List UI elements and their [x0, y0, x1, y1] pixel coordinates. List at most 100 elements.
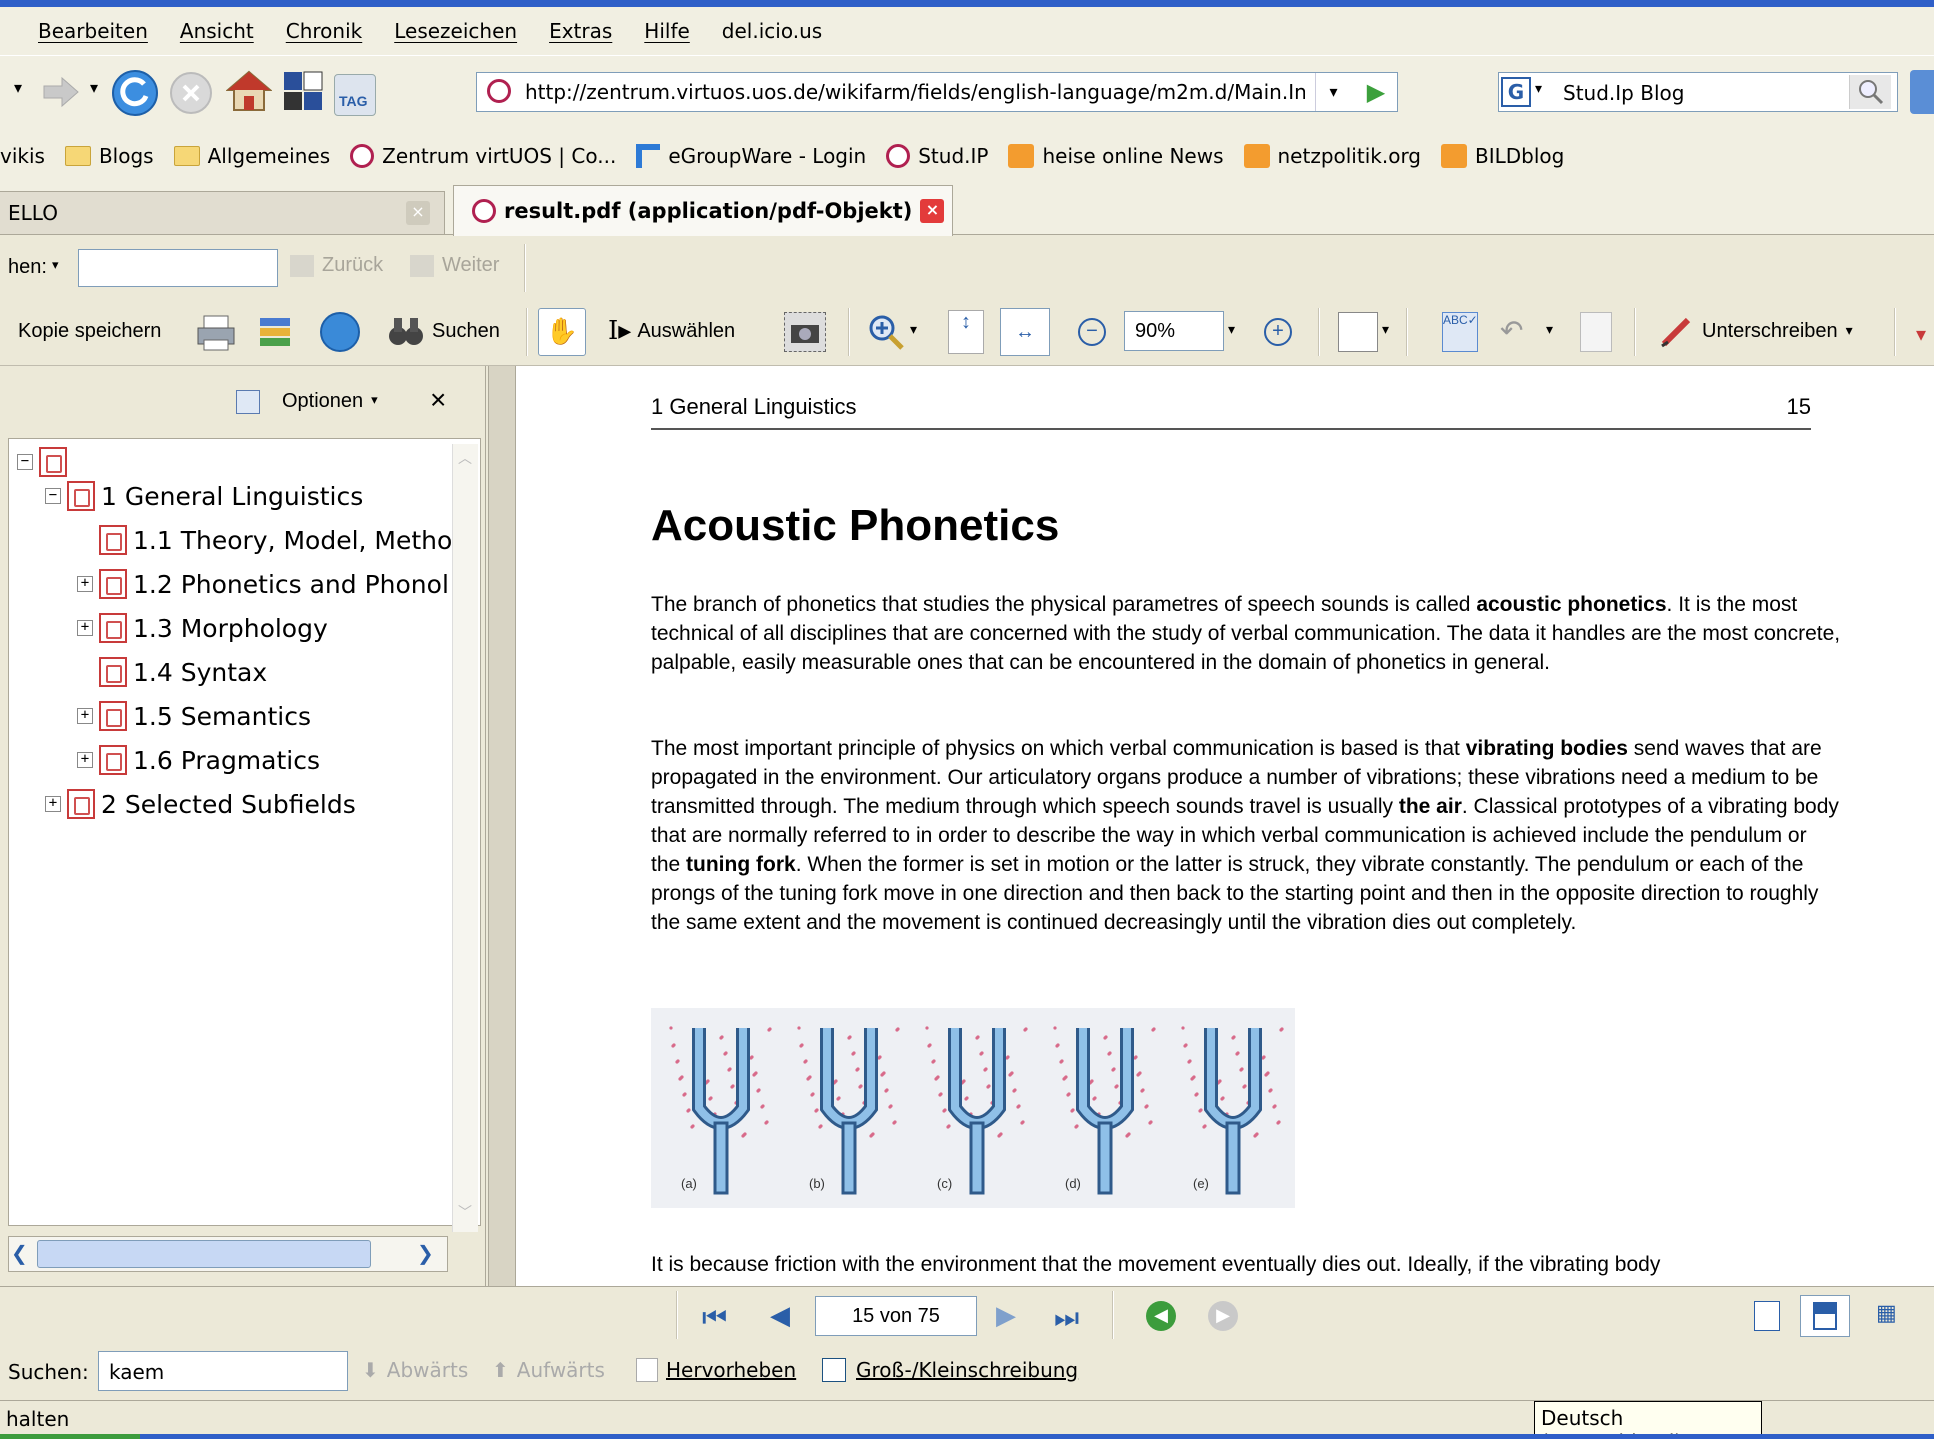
hand-tool-icon[interactable]: ✋ [538, 308, 586, 356]
scroll-left-icon[interactable]: ❮ [11, 1241, 28, 1265]
zoom-out-icon[interactable]: − [1078, 318, 1106, 346]
tree-item[interactable]: +1.6 Pragmatics [77, 745, 320, 775]
url-dropdown-icon[interactable]: ▾ [1315, 73, 1351, 111]
panel-splitter[interactable] [488, 366, 516, 1286]
tag-button[interactable]: TAG [334, 74, 376, 116]
scroll-down-icon[interactable]: ﹀ [455, 1202, 475, 1222]
tree-horizontal-scrollbar[interactable]: ❮ ❯ [8, 1236, 448, 1272]
tree-item[interactable]: +1.2 Phonetics and Phonol [77, 569, 449, 599]
zoom-in-icon[interactable]: + [1264, 318, 1292, 346]
forward-button[interactable] [40, 74, 80, 110]
tree-root[interactable]: − [17, 447, 67, 477]
scroll-right-icon[interactable]: ❯ [417, 1241, 434, 1265]
spellcheck-icon[interactable]: ABC✓ [1442, 312, 1478, 352]
previous-page-icon[interactable]: ◀ [770, 1301, 790, 1331]
facing-pages-icon[interactable]: ▦ [1876, 1301, 1906, 1331]
ie-tab-icon[interactable] [1910, 70, 1934, 114]
tree-vertical-scrollbar[interactable]: ︿ ﹀ [452, 444, 478, 1232]
bookmark-egroupware[interactable]: eGroupWare - Login [636, 144, 866, 168]
expand-icon[interactable]: + [45, 796, 61, 812]
home-icon[interactable] [225, 68, 273, 114]
tree-item[interactable]: 1.1 Theory, Model, Metho [77, 525, 452, 555]
menu-delicious[interactable]: del.icio.us [722, 19, 822, 43]
expand-icon[interactable]: + [77, 576, 93, 592]
highlight-button[interactable]: Hervorheben [636, 1358, 796, 1382]
bookmark-vikis[interactable]: vikis [0, 144, 45, 168]
last-page-icon[interactable]: ⏭ [1054, 1301, 1079, 1335]
bookmark-bildblog[interactable]: BILDblog [1441, 144, 1564, 168]
find-input[interactable]: kaem [98, 1351, 348, 1391]
single-page-icon[interactable] [1754, 1301, 1780, 1331]
tab-inactive[interactable]: ELLO × [0, 191, 445, 235]
fit-width-icon[interactable]: ↔ [1000, 308, 1050, 356]
go-back-view-icon[interactable]: ◀ [1146, 1301, 1176, 1331]
menu-history[interactable]: Chronik [286, 19, 362, 43]
organizer-icon[interactable] [256, 314, 296, 352]
tab-close-icon[interactable]: × [406, 201, 430, 225]
copy-icon[interactable] [1580, 312, 1612, 352]
continuous-page-icon[interactable] [1800, 1295, 1850, 1337]
bookmark-blogs[interactable]: Blogs [64, 144, 154, 168]
sign-button[interactable]: Unterschreiben ▾ [1660, 314, 1853, 348]
collapse-icon[interactable]: − [17, 454, 33, 470]
url-bar[interactable]: http://zentrum.virtuos.uos.de/wikifarm/f… [476, 72, 1398, 112]
scroll-thumb[interactable] [37, 1240, 371, 1268]
tab-active[interactable]: result.pdf (application/pdf-Objekt) × [453, 185, 953, 236]
bookmark-zentrum-virtuos[interactable]: Zentrum virtUOS | Co... [350, 144, 616, 168]
zoom-tool-icon[interactable] [866, 312, 906, 352]
snapshot-camera-icon[interactable] [784, 312, 826, 352]
tab-close-icon[interactable]: × [920, 199, 945, 223]
reload-icon[interactable] [112, 70, 158, 116]
search-engine-dropdown-icon[interactable]: ▾ [1535, 81, 1542, 97]
search-bar[interactable]: G ▾ Stud.Ip Blog [1498, 72, 1898, 112]
collapse-icon[interactable]: − [45, 488, 61, 504]
first-page-icon[interactable]: ⏮ [702, 1301, 727, 1335]
zoom-input[interactable]: 90% [1124, 311, 1224, 351]
search-input[interactable]: Stud.Ip Blog [1563, 81, 1684, 105]
tree-item[interactable]: − 1 General Linguistics [45, 481, 363, 511]
pdf-find-back-button[interactable]: Zurück [290, 254, 383, 277]
go-arrow-icon[interactable]: ▶ [1357, 73, 1395, 111]
menu-extras[interactable]: Extras [549, 19, 612, 43]
expand-icon[interactable]: + [77, 708, 93, 724]
search-button[interactable]: Suchen [388, 314, 500, 348]
menu-edit[interactable]: Bearbeiten [38, 19, 148, 43]
bookmark-studip[interactable]: Stud.IP [886, 144, 988, 168]
scroll-up-icon[interactable]: ︿ [455, 448, 475, 468]
rotate-dropdown-icon[interactable]: ▾ [1382, 322, 1389, 338]
menu-help[interactable]: Hilfe [644, 19, 690, 43]
select-tool-button[interactable]: I▸ Auswählen [608, 316, 735, 346]
undo-icon[interactable]: ↶ [1500, 314, 1540, 350]
tree-item[interactable]: +2 Selected Subfields [45, 789, 356, 819]
tree-item[interactable]: 1.4 Syntax [77, 657, 267, 687]
undo-dropdown-icon[interactable]: ▾ [1546, 322, 1553, 338]
tree-item[interactable]: +1.5 Semantics [77, 701, 311, 731]
more-icon[interactable]: ▾ [1916, 322, 1934, 346]
windows-icon[interactable] [282, 70, 324, 112]
next-page-icon[interactable]: ▶ [996, 1301, 1016, 1331]
zoom-dropdown-icon[interactable]: ▾ [1228, 322, 1235, 338]
expand-icon[interactable]: + [77, 752, 93, 768]
google-icon[interactable]: G [1501, 77, 1531, 107]
expand-icon[interactable]: + [77, 620, 93, 636]
panel-close-icon[interactable]: × [430, 384, 446, 416]
find-next-button[interactable]: ⬇ Abwärts [362, 1358, 468, 1382]
save-copy-button[interactable]: Kopie speichern [18, 320, 161, 343]
bookmark-allgemeines[interactable]: Allgemeines [173, 144, 330, 168]
pdf-document-view[interactable]: 1 General Linguistics 15 Acoustic Phonet… [516, 366, 1934, 1286]
menu-bookmarks[interactable]: Lesezeichen [394, 19, 517, 43]
bookmark-heise[interactable]: heise online News [1008, 144, 1224, 168]
search-magnifier-icon[interactable] [1849, 75, 1891, 109]
match-case-checkbox[interactable]: Groß-/Kleinschreibung [822, 1358, 1078, 1382]
zoom-tool-dropdown-icon[interactable]: ▾ [910, 322, 917, 338]
checkbox-icon[interactable] [822, 1358, 846, 1382]
pdf-find-dropdown-icon[interactable]: ▾ [52, 258, 59, 273]
fit-page-icon[interactable]: ↕ [948, 310, 984, 354]
print-icon[interactable] [196, 314, 236, 352]
stop-icon[interactable] [170, 72, 212, 114]
find-previous-button[interactable]: ⬆ Aufwärts [492, 1358, 605, 1382]
page-number-input[interactable]: 15 von 75 [815, 1296, 977, 1336]
options-button[interactable]: Optionen ▾ [282, 390, 378, 413]
forward-dropdown-icon[interactable]: ▾ [90, 78, 98, 97]
bookmark-netzpolitik[interactable]: netzpolitik.org [1243, 144, 1421, 168]
